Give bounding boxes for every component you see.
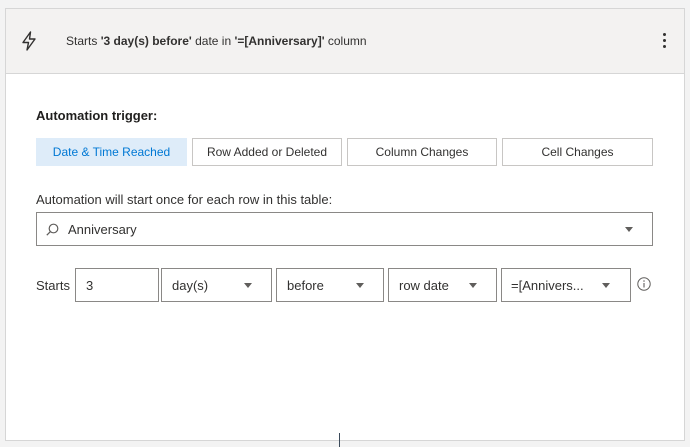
tab-cell-changes[interactable]: Cell Changes [502,138,653,166]
summary-offset: '3 day(s) before' [100,34,192,48]
info-icon[interactable] [637,277,651,291]
summary-prefix: Starts [66,34,101,48]
tab-column-changes[interactable]: Column Changes [347,138,497,166]
automation-trigger-title: Automation trigger: [36,108,158,123]
summary-suffix: column [324,34,367,48]
reference-value: row date [399,278,449,293]
automation-card: Starts '3 day(s) before' date in '=[Anni… [5,8,685,441]
date-column-dropdown[interactable]: =[Annivers... [501,268,631,302]
more-options-button[interactable] [654,29,674,53]
tab-label: Date & Time Reached [52,145,171,159]
summary-column: '=[Anniversary]' [234,34,325,48]
flow-connector-line [339,433,340,447]
automation-header[interactable]: Starts '3 day(s) before' date in '=[Anni… [6,9,684,74]
offset-amount-value: 3 [86,278,94,293]
offset-unit-dropdown[interactable]: day(s) [161,268,272,302]
more-icon-dot [662,39,666,42]
tab-row-added-deleted[interactable]: Row Added or Deleted [192,138,342,166]
offset-unit-value: day(s) [172,278,209,293]
chevron-down-icon [356,283,364,288]
tab-label: Cell Changes [541,145,614,159]
reference-dropdown[interactable]: row date [388,268,497,302]
tab-label: Row Added or Deleted [206,145,328,159]
tab-label: Column Changes [375,145,469,159]
summary-mid: date in [191,34,235,48]
table-select-value: Anniversary [68,222,137,237]
more-icon-dot [662,33,666,36]
date-column-value: =[Annivers... [511,278,584,293]
lightning-bolt-icon [22,31,36,51]
chevron-down-icon [244,283,252,288]
offset-direction-dropdown[interactable]: before [276,268,384,302]
table-search-dropdown[interactable]: Anniversary [36,212,653,246]
tab-date-time-reached[interactable]: Date & Time Reached [36,138,187,166]
search-icon [46,223,59,236]
offset-direction-value: before [287,278,324,293]
table-select-label: Automation will start once for each row … [36,192,333,207]
trigger-summary: Starts '3 day(s) before' date in '=[Anni… [66,34,367,48]
offset-amount-input[interactable]: 3 [75,268,159,302]
more-icon-dot [662,45,666,48]
chevron-down-icon [602,283,610,288]
starts-label: Starts [36,278,70,293]
chevron-down-icon [469,283,477,288]
chevron-down-icon [625,227,633,232]
